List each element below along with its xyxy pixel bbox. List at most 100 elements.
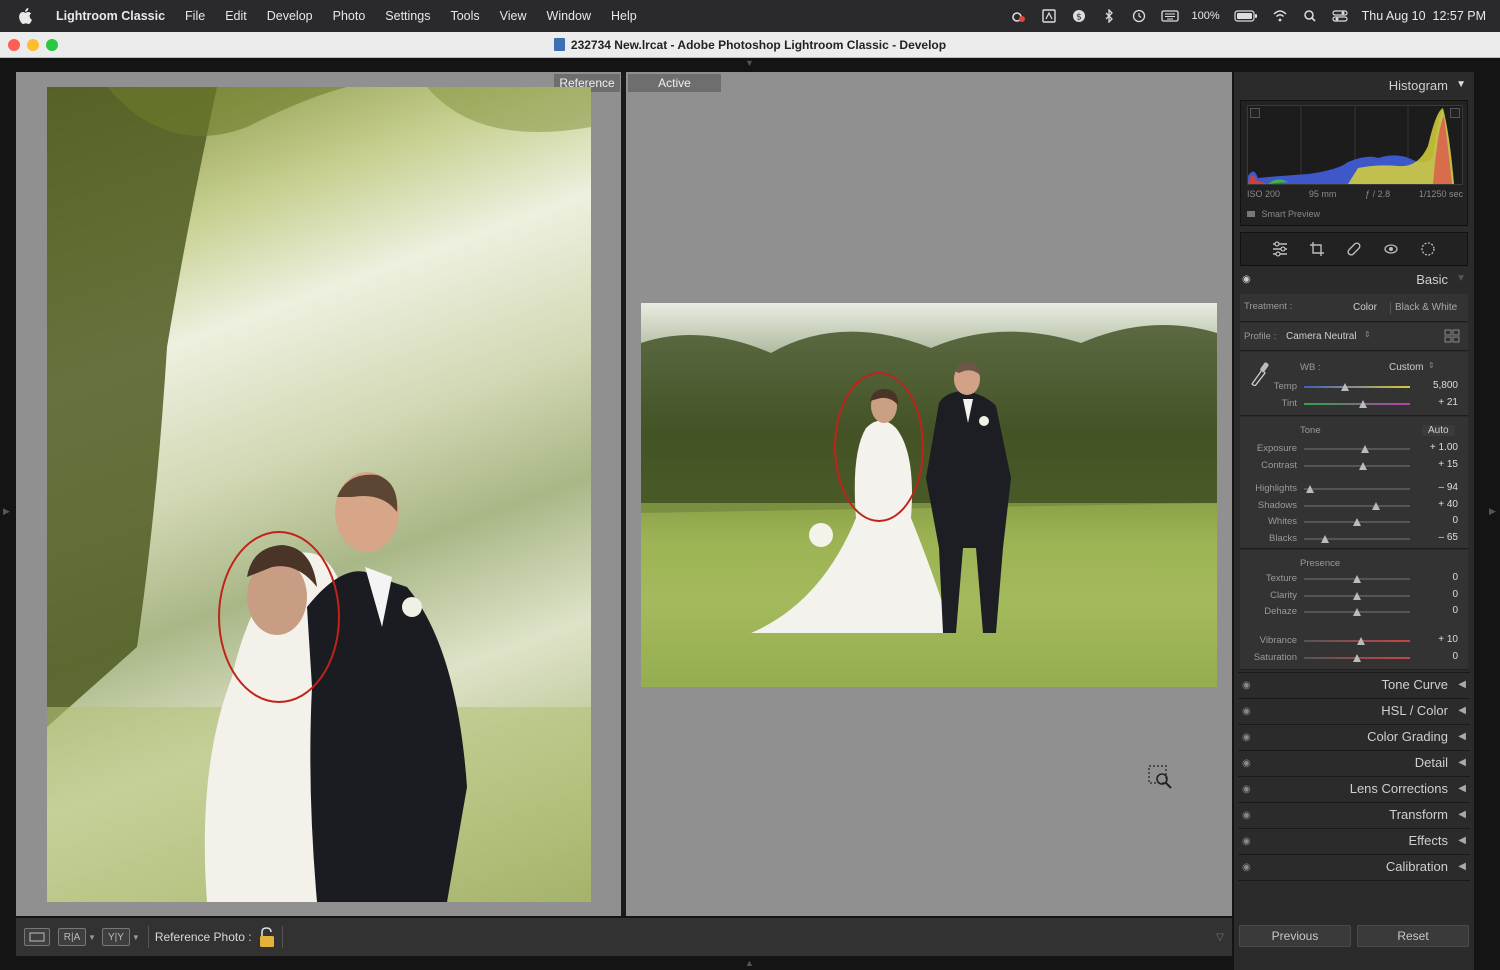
- highlight-clipping-icon[interactable]: [1450, 108, 1460, 118]
- notebook-icon[interactable]: [1041, 9, 1057, 23]
- slider-thumb-highlights[interactable]: [1306, 485, 1315, 493]
- reset-button[interactable]: Reset: [1357, 925, 1469, 947]
- panel-header-effects[interactable]: ◉ Effects ◀: [1234, 830, 1474, 852]
- menu-tools[interactable]: Tools: [440, 9, 489, 23]
- menu-view[interactable]: View: [490, 9, 537, 23]
- right-panel-toggle-icon[interactable]: ▶: [1489, 506, 1496, 517]
- top-panel-toggle-icon[interactable]: ▼: [745, 58, 754, 68]
- slider-value-dehaze[interactable]: 0: [1418, 605, 1458, 616]
- active-view[interactable]: Active: [626, 72, 1232, 916]
- basic-header[interactable]: ◉ Basic ▼: [1234, 272, 1474, 287]
- clock[interactable]: Thu Aug 10 12:57 PM: [1362, 9, 1486, 23]
- treatment-bw-option[interactable]: Black & White: [1395, 302, 1457, 313]
- expand-triangle-icon[interactable]: ◀: [1458, 835, 1466, 846]
- panel-header-tone-curve[interactable]: ◉ Tone Curve ◀: [1234, 674, 1474, 696]
- smart-preview-status[interactable]: Smart Preview: [1247, 209, 1320, 219]
- panel-visibility-eye-icon[interactable]: ◉: [1242, 680, 1251, 691]
- profile-dropdown-arrows-icon[interactable]: ⇕: [1364, 330, 1371, 339]
- slider-value-texture[interactable]: 0: [1418, 572, 1458, 583]
- bottom-panel-toggle-icon[interactable]: ▲: [745, 958, 754, 968]
- toolbar-options-dropdown-icon[interactable]: ▽: [1216, 932, 1224, 943]
- previous-button[interactable]: Previous: [1239, 925, 1351, 947]
- histogram-header[interactable]: Histogram ▼: [1234, 78, 1474, 93]
- slider-value-vibrance[interactable]: + 10: [1418, 634, 1458, 645]
- spotlight-search-icon[interactable]: [1302, 9, 1318, 23]
- slider-thumb-contrast[interactable]: [1359, 462, 1368, 470]
- slider-track-temp[interactable]: [1304, 386, 1410, 388]
- red-eye-icon[interactable]: [1382, 240, 1400, 258]
- slider-value-tint[interactable]: + 21: [1418, 397, 1458, 408]
- slider-value-blacks[interactable]: – 65: [1418, 532, 1458, 543]
- auto-tone-button[interactable]: Auto: [1422, 425, 1455, 436]
- reference-photo[interactable]: [47, 87, 591, 902]
- menu-app-name[interactable]: Lightroom Classic: [46, 9, 175, 23]
- keyboard-icon[interactable]: [1161, 9, 1180, 23]
- view-mode-dropdown-icon[interactable]: ▼: [88, 933, 96, 942]
- slider-track-highlights[interactable]: [1304, 488, 1410, 490]
- slider-value-highlights[interactable]: – 94: [1418, 482, 1458, 493]
- menu-settings[interactable]: Settings: [375, 9, 440, 23]
- bluetooth-icon[interactable]: [1101, 8, 1117, 24]
- histogram[interactable]: ISO 200 95 mm ƒ / 2.8 1/1250 sec Smart P…: [1240, 100, 1468, 226]
- slider-value-whites[interactable]: 0: [1418, 515, 1458, 526]
- control-center-icon[interactable]: [1332, 9, 1348, 23]
- expand-triangle-icon[interactable]: ◀: [1458, 757, 1466, 768]
- wb-dropdown-arrows-icon[interactable]: ⇕: [1428, 361, 1435, 370]
- battery-icon[interactable]: [1234, 9, 1258, 23]
- loupe-view-button[interactable]: [24, 928, 50, 946]
- slider-track-exposure[interactable]: [1304, 448, 1410, 450]
- slider-thumb-shadows[interactable]: [1372, 502, 1381, 510]
- masking-icon[interactable]: [1419, 240, 1437, 258]
- before-after-view-button[interactable]: Y|Y: [101, 928, 130, 946]
- slider-value-saturation[interactable]: 0: [1418, 651, 1458, 662]
- panel-visibility-eye-icon[interactable]: ◉: [1242, 706, 1251, 717]
- dollar-icon[interactable]: $: [1071, 9, 1087, 23]
- panel-header-hsl-color[interactable]: ◉ HSL / Color ◀: [1234, 700, 1474, 722]
- shadow-clipping-icon[interactable]: [1250, 108, 1260, 118]
- wifi-icon[interactable]: [1272, 9, 1288, 23]
- zoom-window-button[interactable]: [46, 39, 58, 51]
- slider-value-shadows[interactable]: + 40: [1418, 499, 1458, 510]
- slider-thumb-temp[interactable]: [1341, 383, 1350, 391]
- expand-triangle-icon[interactable]: ◀: [1458, 861, 1466, 872]
- treatment-color-option[interactable]: Color: [1353, 302, 1377, 313]
- slider-thumb-tint[interactable]: [1359, 400, 1368, 408]
- expand-triangle-icon[interactable]: ◀: [1458, 809, 1466, 820]
- panel-header-color-grading[interactable]: ◉ Color Grading ◀: [1234, 726, 1474, 748]
- slider-value-exposure[interactable]: + 1.00: [1418, 442, 1458, 453]
- crop-icon[interactable]: [1308, 240, 1326, 258]
- expand-triangle-icon[interactable]: ◀: [1458, 783, 1466, 794]
- panel-visibility-eye-icon[interactable]: ◉: [1242, 836, 1251, 847]
- panel-visibility-eye-icon[interactable]: ◉: [1242, 810, 1251, 821]
- left-panel-toggle-icon[interactable]: ▶: [3, 506, 10, 517]
- slider-value-temp[interactable]: 5,800: [1418, 380, 1458, 391]
- slider-track-blacks[interactable]: [1304, 538, 1410, 540]
- panel-header-lens-corrections[interactable]: ◉ Lens Corrections ◀: [1234, 778, 1474, 800]
- panel-visibility-eye-icon[interactable]: ◉: [1242, 784, 1251, 795]
- slider-thumb-saturation[interactable]: [1353, 654, 1361, 662]
- close-window-button[interactable]: [8, 39, 20, 51]
- expand-triangle-icon[interactable]: ◀: [1458, 731, 1466, 742]
- profile-dropdown[interactable]: Camera Neutral: [1286, 331, 1357, 342]
- reference-active-view-button[interactable]: R|A: [58, 928, 86, 946]
- slider-track-shadows[interactable]: [1304, 505, 1410, 507]
- loupe-zoom-icon[interactable]: [1148, 765, 1174, 791]
- menu-window[interactable]: Window: [537, 9, 601, 23]
- wb-dropdown[interactable]: Custom: [1389, 362, 1423, 373]
- slider-track-tint[interactable]: [1304, 403, 1410, 405]
- menu-edit[interactable]: Edit: [215, 9, 257, 23]
- time-machine-icon[interactable]: [1131, 9, 1147, 23]
- menu-develop[interactable]: Develop: [257, 9, 323, 23]
- active-photo[interactable]: [641, 303, 1217, 687]
- profile-browser-grid-icon[interactable]: [1444, 329, 1460, 348]
- reference-view[interactable]: Reference: [16, 72, 621, 916]
- creative-cloud-icon[interactable]: [1011, 9, 1027, 23]
- panel-visibility-eye-icon[interactable]: ◉: [1242, 862, 1251, 873]
- slider-thumb-dehaze[interactable]: [1353, 608, 1361, 616]
- panel-header-calibration[interactable]: ◉ Calibration ◀: [1234, 856, 1474, 878]
- expand-triangle-icon[interactable]: ◀: [1458, 705, 1466, 716]
- apple-icon[interactable]: [14, 5, 36, 27]
- before-after-dropdown-icon[interactable]: ▼: [132, 933, 140, 942]
- slider-thumb-blacks[interactable]: [1321, 535, 1330, 543]
- menu-help[interactable]: Help: [601, 9, 647, 23]
